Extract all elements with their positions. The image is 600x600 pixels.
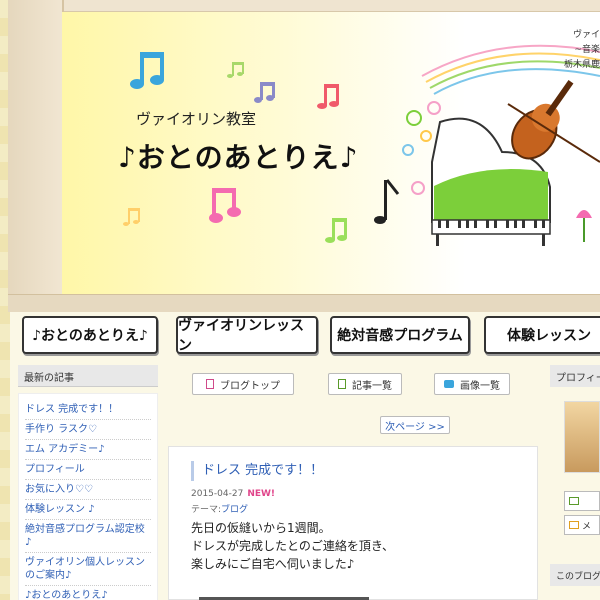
- image-list-button[interactable]: 画像一覧: [434, 373, 510, 395]
- recent-post-link[interactable]: 手作り ラスク♡: [25, 420, 151, 440]
- music-note-icon: [123, 208, 140, 226]
- recent-post-link[interactable]: お気に入り♡♡: [25, 480, 151, 500]
- camera-icon: [444, 380, 454, 388]
- article-date: 2015-04-27: [191, 489, 244, 499]
- music-note-icon: [374, 179, 400, 224]
- corner-line: ~音楽: [574, 45, 600, 55]
- blog-top-label: ブログトップ: [220, 380, 280, 392]
- blog-article: ドレス 完成です！！ 2015-04-27 NEW! テーマ:ブログ 先日の仮縫い…: [168, 446, 538, 600]
- recent-posts-sidebar: 最新の記事 ドレス 完成です！！ 手作り ラスク♡ エム アカデミー♪ プロフィ…: [18, 365, 158, 600]
- next-page-button[interactable]: 次ページ >>: [380, 416, 450, 434]
- book-icon: [569, 497, 579, 505]
- tulip-decoration: [576, 210, 592, 242]
- list-icon: [338, 379, 346, 389]
- theme-link[interactable]: ブログ: [221, 505, 248, 515]
- violin-illustration: [511, 80, 574, 160]
- music-note-icon: [317, 84, 339, 109]
- message-button-label: メ: [582, 521, 592, 532]
- article-line: 楽しみにご自宅へ伺いました♪: [191, 557, 355, 571]
- article-list-button[interactable]: 記事一覧: [328, 373, 402, 395]
- recent-post-link[interactable]: エム アカデミー♪: [25, 440, 151, 460]
- recent-post-link[interactable]: ドレス 完成です！！: [25, 400, 151, 420]
- header-frame-left-plank: [8, 0, 64, 312]
- recent-post-link[interactable]: ヴァイオリン個人レッスンのご案内♪: [25, 553, 151, 586]
- blog-info-heading: このブログの: [550, 564, 600, 586]
- nav-item-violin-lesson[interactable]: ヴァイオリンレッスン: [176, 316, 318, 354]
- article-list-label: 記事一覧: [352, 380, 392, 392]
- music-note-icon: [209, 188, 241, 223]
- article-theme: テーマ:ブログ: [191, 502, 248, 515]
- recent-post-link[interactable]: プロフィール: [25, 460, 151, 480]
- nav-item-trial-lesson[interactable]: 体験レッスン: [484, 316, 600, 354]
- new-badge: NEW!: [247, 489, 276, 499]
- nav-item-absolute-pitch[interactable]: 絶対音感プログラム: [330, 316, 470, 354]
- article-title[interactable]: ドレス 完成です！！: [191, 461, 323, 481]
- header-frame-top-plank: [64, 0, 600, 12]
- banner-subtitle: ヴァイオリン教室: [136, 110, 257, 128]
- corner-line: 栃木県鹿: [563, 60, 600, 70]
- article-line: 先日の仮縫いから1週間。: [191, 521, 331, 535]
- article-body: 先日の仮縫いから1週間。 ドレスが完成したとのご連絡を頂き、 楽しみにご自宅へ伺…: [191, 519, 394, 573]
- music-note-icon: [254, 82, 275, 103]
- profile-sidebar: プロフィール メ このブログの: [550, 365, 600, 600]
- recent-post-link[interactable]: 体験レッスン ♪: [25, 500, 151, 520]
- message-button[interactable]: メ: [564, 515, 600, 535]
- banner-corner-text: ヴァイ ~音楽 栃木県鹿: [560, 28, 600, 73]
- nav-item-home[interactable]: ♪おとのあとりえ♪: [22, 316, 158, 354]
- mail-icon: [569, 521, 579, 529]
- music-note-icon: [325, 218, 347, 243]
- music-note-icon: [130, 52, 164, 89]
- blog-top-button[interactable]: ブログトップ: [192, 373, 294, 395]
- profile-photo[interactable]: [564, 401, 600, 473]
- corner-line: ヴァイ: [572, 30, 600, 40]
- recent-posts-heading: 最新の記事: [18, 365, 158, 387]
- recent-posts-list: ドレス 完成です！！ 手作り ラスク♡ エム アカデミー♪ プロフィール お気に…: [18, 393, 158, 600]
- profile-button[interactable]: [564, 491, 600, 511]
- article-line: ドレスが完成したとのご連絡を頂き、: [191, 539, 395, 553]
- header-frame-bottom-plank: [8, 294, 600, 312]
- music-note-icon: [227, 62, 244, 78]
- document-icon: [206, 379, 214, 389]
- profile-heading: プロフィール: [550, 365, 600, 387]
- recent-post-link[interactable]: 絶対音感プログラム認定校♪: [25, 520, 151, 553]
- header-banner[interactable]: ヴァイオリン教室 ♪おとのあとりえ♪ ヴァイ ~音楽 栃木県鹿: [62, 12, 600, 294]
- global-nav: ♪おとのあとりえ♪ ヴァイオリンレッスン 絶対音感プログラム 体験レッスン: [20, 316, 600, 356]
- theme-label: テーマ:: [191, 505, 222, 515]
- recent-post-link[interactable]: ♪おとのあとりえ♪: [25, 586, 151, 600]
- article-meta: 2015-04-27 NEW!: [191, 489, 275, 499]
- image-list-label: 画像一覧: [460, 380, 500, 392]
- banner-title: ♪おとのあとりえ♪: [118, 141, 359, 174]
